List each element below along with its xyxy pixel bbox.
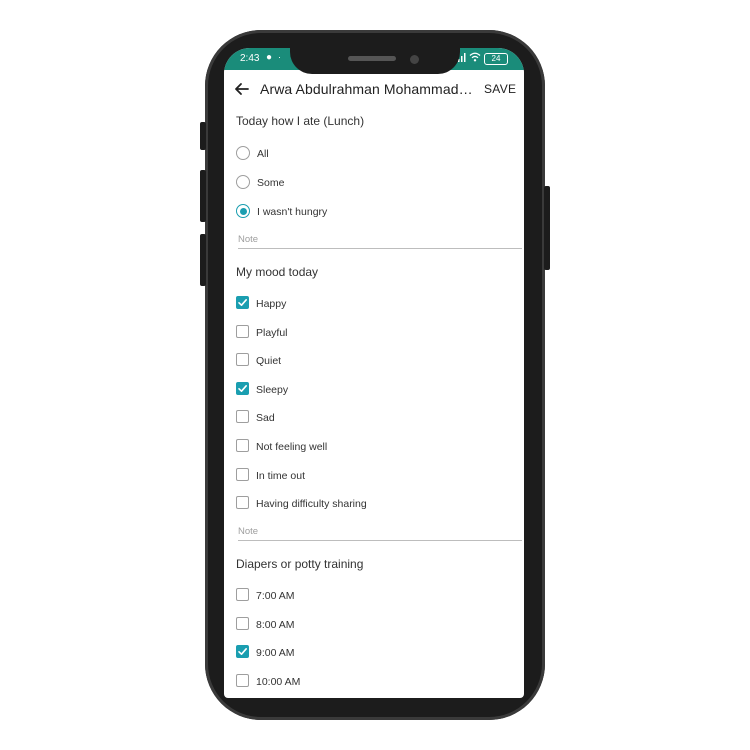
mood-option[interactable]: Playful (236, 324, 496, 341)
checkbox[interactable] (236, 410, 249, 424)
lunch-section-title: Today how I ate (Lunch) (236, 114, 365, 128)
lunch-option-not-hungry[interactable]: I wasn't hungry (236, 204, 496, 220)
mood-note-input[interactable]: Note (238, 526, 522, 541)
status-time: 2:43 (240, 53, 260, 64)
notification-dot-icon: · (278, 52, 281, 62)
diapers-option[interactable]: 9:00 AM (236, 645, 496, 661)
option-label: Sleepy (256, 383, 289, 396)
diapers-section-title: Diapers or potty training (236, 557, 364, 571)
mood-option[interactable]: Sad (236, 410, 496, 426)
option-label: I wasn't hungry (257, 206, 328, 218)
mute-switch (200, 122, 206, 150)
mood-option[interactable]: Quiet (236, 353, 496, 369)
lunch-note-input[interactable]: Note (238, 234, 522, 249)
checkbox-checked[interactable] (236, 645, 249, 659)
diapers-option[interactable]: 8:00 AM (236, 616, 496, 633)
option-label: Playful (256, 326, 288, 339)
volume-down-button (200, 234, 206, 286)
radio-button-selected[interactable] (236, 204, 250, 218)
radio-button[interactable] (236, 146, 250, 160)
phone-screen: 2:43 ● · 24 Arwa Abdulrahman Mohammad Da… (224, 48, 524, 698)
option-label: Not feeling well (256, 441, 328, 453)
wifi-icon (469, 52, 481, 65)
mood-option[interactable]: Happy (236, 296, 496, 312)
option-label: Happy (256, 298, 287, 310)
diapers-option[interactable]: 10:00 AM (236, 673, 496, 690)
mood-option[interactable]: Not feeling well (236, 439, 496, 455)
option-label: Some (257, 177, 285, 189)
diapers-option[interactable]: 7:00 AM (236, 588, 496, 604)
save-button[interactable]: SAVE (484, 82, 516, 96)
lunch-option-all[interactable]: All (236, 146, 496, 162)
checkbox-checked[interactable] (236, 381, 249, 395)
message-icon: ● (266, 52, 273, 63)
back-arrow-icon[interactable] (232, 79, 252, 99)
option-label: 9:00 AM (256, 647, 295, 660)
radio-button[interactable] (236, 175, 250, 189)
app-bar: Arwa Abdulrahman Mohammad Da... SAVE (224, 70, 524, 110)
speaker-grille (348, 56, 396, 61)
option-label: Sad (256, 412, 275, 425)
battery-icon: 24 (484, 53, 508, 65)
power-button (544, 186, 550, 270)
checkbox[interactable] (236, 496, 249, 510)
checkbox[interactable] (236, 673, 249, 687)
page-title: Arwa Abdulrahman Mohammad Da... (260, 81, 474, 97)
form-content: Today how I ate (Lunch) All Some I wasn'… (224, 110, 524, 698)
checkbox[interactable] (236, 353, 249, 367)
checkbox[interactable] (236, 467, 249, 481)
checkbox[interactable] (236, 588, 249, 601)
mood-option[interactable]: Having difficulty sharing (236, 496, 496, 512)
checkbox-checked[interactable] (236, 296, 249, 309)
checkbox[interactable] (236, 324, 249, 338)
option-label: In time out (256, 469, 306, 482)
front-camera (410, 55, 419, 64)
option-label: 10:00 AM (256, 675, 301, 688)
mood-option[interactable]: Sleepy (236, 381, 496, 398)
option-label: All (257, 148, 269, 160)
volume-up-button (200, 170, 206, 222)
checkbox[interactable] (236, 439, 249, 452)
option-label: Quiet (256, 355, 282, 368)
lunch-option-some[interactable]: Some (236, 175, 496, 191)
mood-option[interactable]: In time out (236, 467, 496, 484)
option-label: Having difficulty sharing (256, 498, 367, 511)
checkbox[interactable] (236, 616, 249, 630)
option-label: 8:00 AM (256, 618, 295, 631)
mood-section-title: My mood today (236, 265, 319, 279)
option-label: 7:00 AM (256, 590, 295, 602)
